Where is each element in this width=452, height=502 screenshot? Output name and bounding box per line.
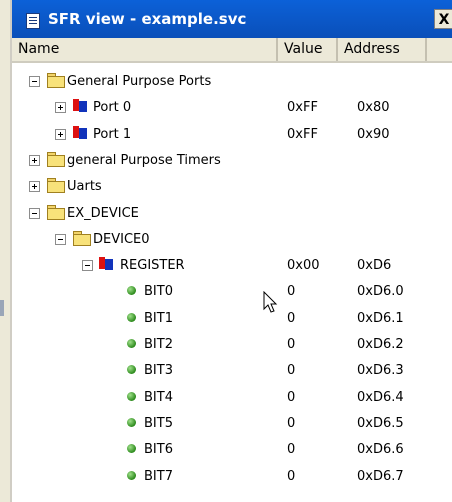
folder-icon xyxy=(47,151,65,167)
tree-item-label: BIT7 xyxy=(144,468,173,484)
tree-item-label: DEVICE0 xyxy=(93,231,150,247)
folder-icon xyxy=(47,204,65,220)
bit-icon xyxy=(127,339,136,348)
tree-item-address: 0xD6.4 xyxy=(357,389,404,405)
collapse-icon[interactable] xyxy=(29,207,40,219)
column-header-address[interactable]: Address xyxy=(338,38,427,61)
expand-icon[interactable] xyxy=(29,181,40,193)
collapse-icon[interactable] xyxy=(82,260,93,272)
window-icon xyxy=(26,13,40,29)
bit-icon xyxy=(127,444,136,454)
tree-row[interactable]: BIT0 0 0xD6.0 xyxy=(12,280,452,306)
tree-row[interactable]: general Purpose Timers xyxy=(12,149,452,175)
tree-item-address: 0x90 xyxy=(357,126,390,142)
close-button[interactable]: X xyxy=(434,9,452,29)
tree-item-address: 0xD6 xyxy=(357,258,392,274)
tree-item-address: 0xD6.5 xyxy=(357,415,404,431)
tree-row[interactable]: BIT5 0 0xD6.5 xyxy=(12,412,452,438)
tree-item-label: Uarts xyxy=(67,179,102,195)
tree-item-label: REGISTER xyxy=(120,258,185,274)
tree-item-address: 0xD6.0 xyxy=(357,284,404,300)
bit-icon xyxy=(127,365,136,375)
column-header-name[interactable]: Name xyxy=(12,38,278,61)
tree-row[interactable]: REGISTER 0x00 0xD6 xyxy=(12,254,452,280)
bit-icon xyxy=(127,417,136,427)
tree-item-label: Port 1 xyxy=(93,126,132,142)
bit-icon xyxy=(127,391,136,401)
tree-row[interactable]: Uarts xyxy=(12,175,452,201)
collapse-icon[interactable] xyxy=(29,76,40,87)
tree-item-value: 0xFF xyxy=(287,100,318,116)
sfr-view-window: SFR view - example.svc X Name Value Addr… xyxy=(10,0,452,502)
column-header: Name Value Address xyxy=(12,38,452,63)
tree-item-address: 0xD6.6 xyxy=(357,442,404,458)
tree-row[interactable]: EX_DEVICE xyxy=(12,202,452,228)
expand-icon[interactable] xyxy=(29,154,40,166)
register-icon xyxy=(73,125,89,140)
tree-item-label: BIT3 xyxy=(144,363,173,379)
tree-item-label: BIT0 xyxy=(144,284,173,300)
tree-item-address: 0xD6.7 xyxy=(357,468,404,484)
tree-item-label: BIT1 xyxy=(144,310,173,326)
tree-item-value: 0 xyxy=(287,310,296,326)
folder-icon xyxy=(47,178,65,194)
bit-icon xyxy=(127,286,136,296)
expand-icon[interactable] xyxy=(55,102,66,114)
folder-icon xyxy=(47,73,65,88)
background-window-edge xyxy=(0,0,10,502)
column-header-value[interactable]: Value xyxy=(278,38,338,61)
bit-icon xyxy=(127,470,136,480)
tree-item-value: 0 xyxy=(287,363,296,379)
tree-item-label: BIT2 xyxy=(144,337,173,352)
tree-row[interactable]: Port 1 0xFF 0x90 xyxy=(12,123,452,149)
title-bar[interactable]: SFR view - example.svc X xyxy=(12,0,452,38)
folder-icon xyxy=(73,230,91,246)
expand-icon[interactable] xyxy=(55,128,66,140)
window-title: SFR view - example.svc xyxy=(48,10,247,28)
tree-item-value: 0 xyxy=(287,337,296,352)
tree-item-value: 0x00 xyxy=(287,258,320,274)
tree-item-label: EX_DEVICE xyxy=(67,205,139,221)
tree-item-label: BIT4 xyxy=(144,389,173,405)
tree-row[interactable]: General Purpose Ports xyxy=(12,70,452,96)
tree-item-value: 0 xyxy=(287,284,296,300)
tree-item-label: Port 0 xyxy=(93,100,132,116)
tree-item-address: 0xD6.1 xyxy=(357,310,404,326)
tree-item-value: 0 xyxy=(287,468,296,484)
tree-item-value: 0 xyxy=(287,389,296,405)
register-icon xyxy=(99,257,115,271)
tree-item-value: 0 xyxy=(287,442,296,458)
tree-row[interactable]: DEVICE0 xyxy=(12,228,452,254)
tree-item-address: 0xD6.2 xyxy=(357,337,404,352)
register-icon xyxy=(73,99,89,113)
tree-item-label: BIT6 xyxy=(144,442,173,458)
tree-row[interactable]: BIT1 0 0xD6.1 xyxy=(12,307,452,333)
background-window-stripe xyxy=(0,300,4,316)
tree-item-value: 0 xyxy=(287,415,296,431)
tree-row[interactable]: BIT7 0 0xD6.7 xyxy=(12,465,452,491)
tree-item-address: 0x80 xyxy=(357,100,390,116)
tree-row[interactable]: BIT4 0 0xD6.4 xyxy=(12,386,452,412)
tree-row[interactable]: Port 0 0xFF 0x80 xyxy=(12,96,452,122)
tree-row[interactable]: BIT2 0 0xD6.2 xyxy=(12,333,452,359)
tree-item-value: 0xFF xyxy=(287,126,318,142)
tree-item-label: General Purpose Ports xyxy=(67,74,212,89)
tree-item-address: 0xD6.3 xyxy=(357,363,404,379)
tree-item-label: general Purpose Timers xyxy=(67,152,221,168)
tree-row[interactable]: BIT6 0 0xD6.6 xyxy=(12,438,452,464)
tree-item-label: BIT5 xyxy=(144,415,173,431)
collapse-icon[interactable] xyxy=(55,233,66,245)
tree-row[interactable]: BIT3 0 0xD6.3 xyxy=(12,359,452,385)
bit-icon xyxy=(127,312,136,322)
mouse-cursor-icon xyxy=(263,291,278,313)
sfr-tree: General Purpose Ports Port 0 0xFF 0x80 Port … xyxy=(12,63,452,502)
